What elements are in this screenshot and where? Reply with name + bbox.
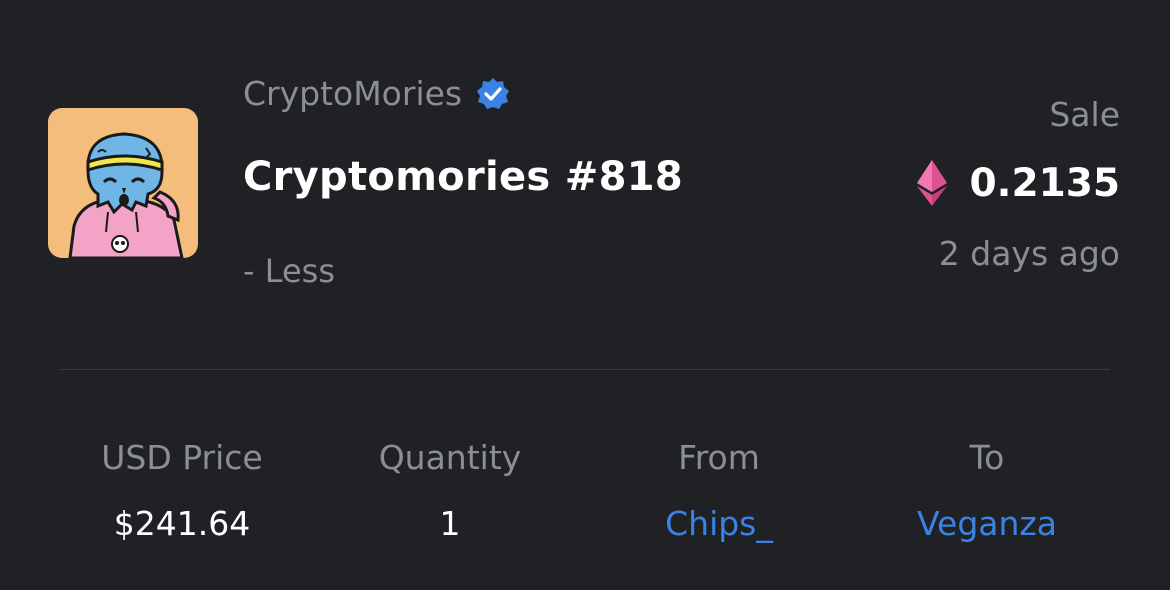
quantity-stat: Quantity 1 — [320, 436, 580, 546]
from-label: From — [678, 438, 760, 477]
ethereum-icon — [916, 160, 947, 206]
show-less-toggle[interactable]: - Less — [243, 252, 335, 290]
quantity-label: Quantity — [378, 438, 522, 477]
nft-thumbnail[interactable] — [48, 108, 198, 258]
collection-link[interactable]: CryptoMories — [243, 74, 510, 113]
verified-badge-icon — [477, 77, 510, 109]
to-user-link[interactable]: Veganza — [857, 502, 1117, 546]
transaction-time[interactable]: 2 days ago — [939, 234, 1120, 273]
to-stat: To Veganza — [857, 436, 1117, 546]
collection-name[interactable]: CryptoMories — [243, 74, 462, 113]
item-title[interactable]: Cryptomories #818 — [243, 154, 683, 200]
divider — [60, 369, 1110, 370]
from-user-link[interactable]: Chips_ — [589, 502, 849, 546]
eth-price: 0.2135 — [969, 160, 1121, 206]
nft-artwork-image — [68, 132, 184, 258]
transaction-card: CryptoMories Cryptomories #818 - Less Sa… — [0, 0, 1170, 590]
quantity-value: 1 — [439, 504, 461, 543]
usd-price-label: USD Price — [101, 438, 263, 477]
price-row: 0.2135 — [916, 160, 1121, 206]
usd-price-value: $241.64 — [113, 504, 251, 543]
from-stat: From Chips_ — [589, 436, 849, 546]
usd-price-stat: USD Price $241.64 — [52, 436, 312, 546]
to-label: To — [969, 438, 1005, 477]
event-type-label: Sale — [1049, 95, 1120, 134]
